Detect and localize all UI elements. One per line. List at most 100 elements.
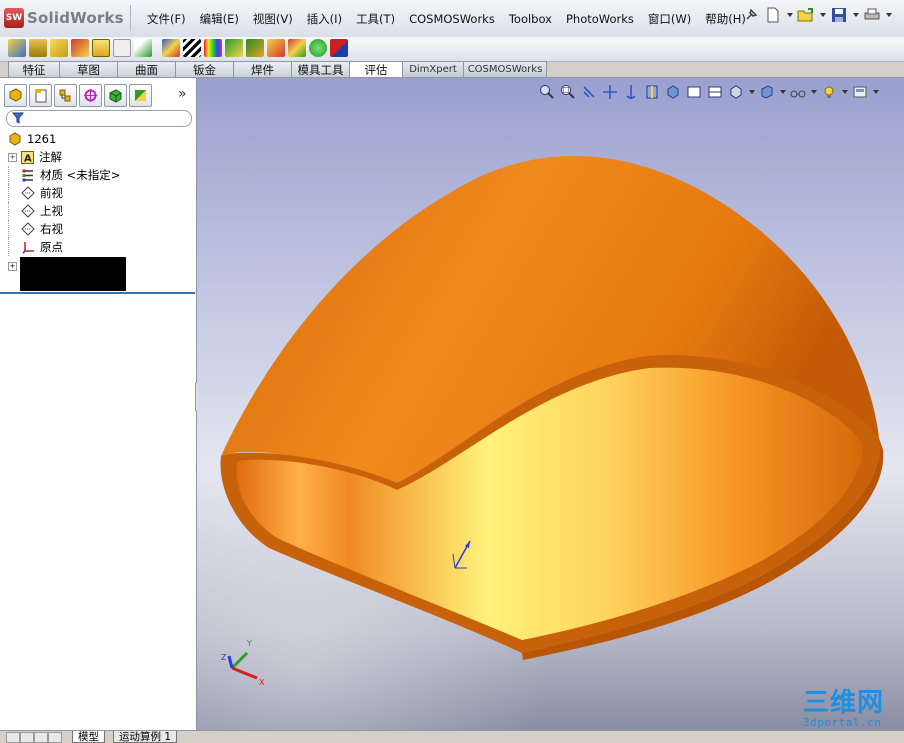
chevron-down-icon[interactable] <box>820 13 826 17</box>
menu-insert[interactable]: 插入(I) <box>300 10 349 28</box>
chevron-down-icon[interactable] <box>873 90 879 94</box>
tree-item[interactable]: 材质 <未指定> <box>8 166 194 184</box>
command-manager-tabs: 特征 草图 曲面 钣金 焊件 模具工具 评估 DimXpert COSMOSWorks <box>8 61 547 79</box>
evaluate-toolbar <box>0 37 904 62</box>
tab-motion-study[interactable]: 运动算例 1 <box>113 731 178 743</box>
tab-0[interactable]: 特征 <box>8 61 60 78</box>
tree-item-label: 材质 <未指定> <box>40 168 121 182</box>
chevron-down-icon[interactable] <box>780 90 786 94</box>
zoom-to-fit-icon[interactable] <box>538 83 556 101</box>
tree-root[interactable]: 1261 <box>8 130 194 148</box>
simulation-check-icon[interactable] <box>309 39 327 57</box>
svg-text:X: X <box>259 678 265 687</box>
zebra-stripes-icon[interactable] <box>183 39 201 57</box>
menu-edit[interactable]: 编辑(E) <box>193 10 246 28</box>
tree-item[interactable]: 前视 <box>8 184 194 202</box>
save-icon[interactable] <box>830 6 848 24</box>
tab-2[interactable]: 曲面 <box>117 61 176 78</box>
tree-item[interactable]: 上视 <box>8 202 194 220</box>
plane-icon <box>21 204 35 218</box>
tab-5[interactable]: 模具工具 <box>291 61 350 78</box>
standard-toolbar <box>742 6 892 24</box>
chevron-down-icon[interactable] <box>787 13 793 17</box>
tab-1[interactable]: 草图 <box>59 61 118 78</box>
print-icon[interactable] <box>863 6 881 24</box>
plane-icon <box>21 222 35 236</box>
menu-file[interactable]: 文件(F) <box>140 10 193 28</box>
configuration-manager-tab[interactable] <box>54 84 77 107</box>
menu-cosmosworks[interactable]: COSMOSWorks <box>402 10 502 28</box>
tab-3[interactable]: 钣金 <box>175 61 234 78</box>
feature-manager-tab[interactable] <box>4 84 27 107</box>
graphics-viewport[interactable]: Y Z X <box>197 78 904 730</box>
display-manager-tab[interactable] <box>104 84 127 107</box>
tab-7[interactable]: DimXpert <box>402 61 464 78</box>
lighting-icon[interactable] <box>820 83 838 101</box>
check-sensor-icon[interactable] <box>71 39 89 57</box>
chevron-down-icon[interactable] <box>886 13 892 17</box>
view-orientation-icon[interactable] <box>664 83 682 101</box>
compare-documents-icon[interactable] <box>330 39 348 57</box>
mass-properties-icon[interactable] <box>29 39 47 57</box>
more-tabs-icon[interactable]: » <box>178 86 187 102</box>
geometry-analysis-icon[interactable] <box>288 39 306 57</box>
menu-photoworks[interactable]: PhotoWorks <box>559 10 641 28</box>
rollback-bar[interactable] <box>0 292 195 294</box>
section-properties-icon[interactable] <box>50 39 68 57</box>
part-name: 1261 <box>27 132 57 146</box>
panel-tab-bar <box>4 84 152 107</box>
glasses-icon[interactable] <box>789 83 807 101</box>
new-document-icon[interactable] <box>764 6 782 24</box>
zoom-to-area-icon[interactable] <box>559 83 577 101</box>
menu-toolbox[interactable]: Toolbox <box>502 10 559 28</box>
tree-item[interactable]: 原点 <box>8 238 194 256</box>
menu-window[interactable]: 窗口(W) <box>641 10 698 28</box>
heads-up-view-toolbar <box>538 83 879 101</box>
undercut-detection-icon[interactable] <box>246 39 264 57</box>
last-tab-button[interactable] <box>48 732 62 743</box>
display-style-icon[interactable] <box>727 83 745 101</box>
plane-icon <box>21 186 35 200</box>
first-tab-button[interactable] <box>6 732 20 743</box>
property-manager-tab[interactable] <box>29 84 52 107</box>
previous-view-icon[interactable] <box>580 83 598 101</box>
tab-4[interactable]: 焊件 <box>233 61 292 78</box>
tree-item[interactable]: + A 注解 <box>8 148 194 166</box>
expand-toggle[interactable]: + <box>8 262 17 271</box>
chevron-down-icon[interactable] <box>811 90 817 94</box>
view-settings-icon[interactable] <box>851 83 869 101</box>
tree-item[interactable]: 右视 <box>8 220 194 238</box>
chevron-down-icon[interactable] <box>842 90 848 94</box>
check-icon[interactable] <box>113 39 131 57</box>
bottom-tab-bar: 模型 运动算例 1 <box>0 730 904 743</box>
chevron-down-icon[interactable] <box>749 90 755 94</box>
tree-filter-input[interactable] <box>6 110 192 127</box>
chevron-down-icon[interactable] <box>853 13 859 17</box>
draft-analysis-icon[interactable] <box>162 39 180 57</box>
rotate-icon[interactable] <box>622 83 640 101</box>
expand-toggle[interactable]: + <box>8 152 17 162</box>
section-view-icon[interactable] <box>643 83 661 101</box>
tab-model[interactable]: 模型 <box>72 731 105 743</box>
dimxpert-manager-tab[interactable] <box>79 84 102 107</box>
tree-item-label: 注解 <box>39 150 62 164</box>
solidworks-logo[interactable]: SW SolidWorks <box>4 5 131 31</box>
thickness-analysis-icon[interactable] <box>267 39 285 57</box>
tab-8[interactable]: COSMOSWorks <box>463 61 547 78</box>
prev-tab-button[interactable] <box>20 732 34 743</box>
menu-view[interactable]: 视图(V) <box>246 10 300 28</box>
single-view-icon[interactable] <box>685 83 703 101</box>
deviation-analysis-icon[interactable] <box>225 39 243 57</box>
open-folder-icon[interactable] <box>797 6 815 24</box>
pan-icon[interactable] <box>601 83 619 101</box>
curvature-icon[interactable] <box>134 39 152 57</box>
curvature-display-icon[interactable] <box>204 39 222 57</box>
next-tab-button[interactable] <box>34 732 48 743</box>
two-view-icon[interactable] <box>706 83 724 101</box>
appearance-tab[interactable] <box>129 84 152 107</box>
pin-icon[interactable] <box>742 6 760 24</box>
hide-show-items-icon[interactable] <box>758 83 776 101</box>
statistics-icon[interactable] <box>92 39 110 57</box>
measure-icon[interactable] <box>8 39 26 57</box>
menu-tools[interactable]: 工具(T) <box>349 10 402 28</box>
